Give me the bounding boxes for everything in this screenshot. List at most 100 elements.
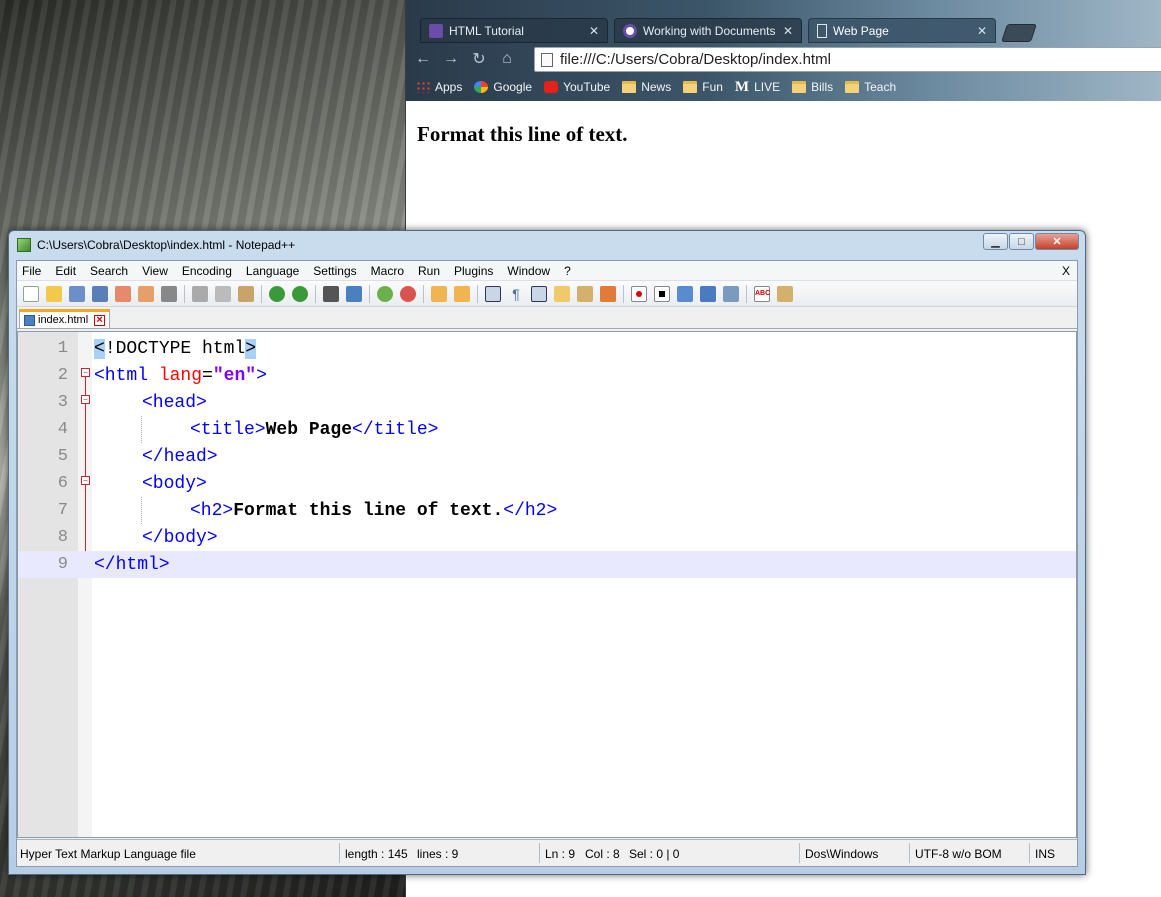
close-file-icon[interactable]	[115, 285, 131, 302]
paste-icon[interactable]	[238, 285, 254, 302]
minimize-button[interactable]: ▁	[983, 233, 1008, 250]
menu-view[interactable]: View	[142, 264, 168, 278]
address-bar[interactable]: file:///C:/Users/Cobra/Desktop/index.htm…	[534, 47, 1161, 72]
reload-icon[interactable]: ↻	[468, 48, 490, 70]
sync-horizontal-icon[interactable]	[454, 285, 470, 302]
toolbar-separator	[184, 284, 185, 303]
notepad-titlebar[interactable]: C:\Users\Cobra\Desktop\index.html - Note…	[9, 231, 1085, 259]
menu-edit[interactable]: Edit	[55, 264, 76, 278]
plugin-icon[interactable]	[777, 285, 793, 302]
status-encoding: UTF-8 w/o BOM	[915, 847, 1002, 861]
close-all-icon[interactable]	[138, 285, 154, 302]
maximize-button[interactable]: □	[1009, 233, 1034, 250]
line-number: 7	[57, 501, 68, 520]
bookmark-teach[interactable]: Teach	[845, 80, 896, 94]
cut-icon[interactable]	[192, 285, 208, 302]
folder-icon	[792, 81, 807, 93]
tab-working-with-documents[interactable]: Working with Documents ✕	[614, 18, 802, 43]
back-arrow-icon[interactable]: ←	[412, 48, 434, 70]
function-list-icon[interactable]	[600, 285, 616, 302]
new-tab-button[interactable]	[1001, 24, 1037, 42]
close-document-button[interactable]: X	[1062, 264, 1070, 278]
code-text: <head>	[142, 393, 207, 413]
close-tab-icon[interactable]: ✕	[589, 24, 599, 38]
user-defined-language-icon[interactable]	[554, 285, 570, 302]
menu-window[interactable]: Window	[507, 264, 550, 278]
find-icon[interactable]	[323, 285, 339, 302]
status-lines: lines : 9	[417, 847, 459, 861]
sync-vertical-icon[interactable]	[431, 285, 447, 302]
forward-arrow-icon[interactable]: →	[440, 48, 462, 70]
bookmark-google[interactable]: Google	[474, 80, 532, 94]
code-line: 8 </body>	[18, 524, 1076, 551]
line-number: 6	[57, 474, 68, 493]
bookmark-bills[interactable]: Bills	[792, 80, 833, 94]
document-tab-index[interactable]: index.html ×	[19, 309, 111, 328]
code-text: <title>Web Page</title>	[190, 420, 438, 440]
bookmark-label: Apps	[435, 80, 463, 94]
zoom-in-icon[interactable]	[377, 285, 393, 302]
save-all-icon[interactable]	[92, 285, 108, 302]
copy-icon[interactable]	[215, 285, 231, 302]
bookmark-fun[interactable]: Fun	[683, 80, 723, 94]
stop-recording-icon[interactable]	[654, 285, 670, 302]
menu-language[interactable]: Language	[246, 264, 299, 278]
close-tab-icon[interactable]: ✕	[977, 24, 987, 38]
indent-guide-icon[interactable]	[531, 285, 547, 302]
show-all-characters-icon[interactable]: ¶	[508, 286, 524, 302]
record-macro-icon[interactable]	[631, 285, 647, 302]
spell-check-icon[interactable]: ABC	[754, 285, 770, 302]
redo-icon[interactable]	[292, 285, 308, 302]
playback-macro-icon[interactable]	[677, 285, 693, 302]
folder-icon	[622, 81, 637, 93]
browser-toolbar-area: HTML Tutorial ✕ Working with Documents ✕…	[406, 0, 1161, 101]
code-line: 6 <body>	[18, 470, 1076, 497]
bookmark-label: Bills	[811, 80, 834, 94]
close-tab-icon[interactable]: ✕	[783, 24, 793, 38]
menu-settings[interactable]: Settings	[313, 264, 356, 278]
status-line-number: Ln : 9	[545, 847, 576, 861]
replace-icon[interactable]	[346, 285, 362, 302]
menu-plugins[interactable]: Plugins	[454, 264, 493, 278]
bookmark-live[interactable]: M LIVE	[735, 79, 780, 96]
bracket-match: >	[245, 338, 257, 359]
bookmark-apps[interactable]: Apps	[416, 80, 462, 94]
document-map-icon[interactable]	[577, 285, 593, 302]
code-editor[interactable]: − − − 1 <!DOCTYPE html> 2 <html lang="en…	[17, 331, 1077, 838]
bookmark-youtube[interactable]: YouTube	[544, 80, 610, 94]
code-text: <!DOCTYPE html>	[94, 338, 257, 359]
zoom-out-icon[interactable]	[400, 285, 416, 302]
bookmark-news[interactable]: News	[622, 80, 671, 94]
menu-encoding[interactable]: Encoding	[182, 264, 232, 278]
menu-run[interactable]: Run	[418, 264, 440, 278]
close-tab-icon[interactable]: ×	[94, 314, 106, 326]
new-file-icon[interactable]	[23, 285, 39, 302]
tab-web-page[interactable]: Web Page ✕	[808, 18, 996, 43]
bookmark-label: Teach	[864, 80, 897, 94]
save-macro-icon[interactable]	[723, 285, 739, 302]
html-tag: </head>	[142, 446, 218, 467]
word-wrap-icon[interactable]	[485, 285, 501, 302]
html-tag: <html	[94, 365, 149, 386]
status-file-type: Hyper Text Markup Language file	[20, 847, 196, 861]
code-line: 4 <title>Web Page</title>	[18, 416, 1076, 443]
menu-macro[interactable]: Macro	[371, 264, 404, 278]
run-macro-multiple-icon[interactable]	[700, 285, 716, 302]
window-title: C:\Users\Cobra\Desktop\index.html - Note…	[37, 238, 296, 252]
home-icon[interactable]: ⌂	[496, 48, 518, 70]
save-icon[interactable]	[69, 285, 85, 302]
menu-help[interactable]: ?	[564, 264, 571, 278]
youtube-icon	[544, 81, 559, 93]
menu-file[interactable]: File	[22, 264, 41, 278]
undo-icon[interactable]	[269, 285, 285, 302]
print-icon[interactable]	[161, 285, 177, 302]
open-file-icon[interactable]	[46, 285, 62, 302]
documents-favicon-icon	[623, 23, 637, 38]
window-controls: ▁ □ ✕	[982, 233, 1079, 250]
code-text: <html lang="en">	[94, 366, 267, 386]
html-tag: </title>	[352, 419, 439, 440]
bookmark-label: Google	[493, 80, 533, 94]
menu-search[interactable]: Search	[90, 264, 128, 278]
close-window-button[interactable]: ✕	[1035, 233, 1079, 250]
tab-html-tutorial[interactable]: HTML Tutorial ✕	[420, 18, 608, 43]
